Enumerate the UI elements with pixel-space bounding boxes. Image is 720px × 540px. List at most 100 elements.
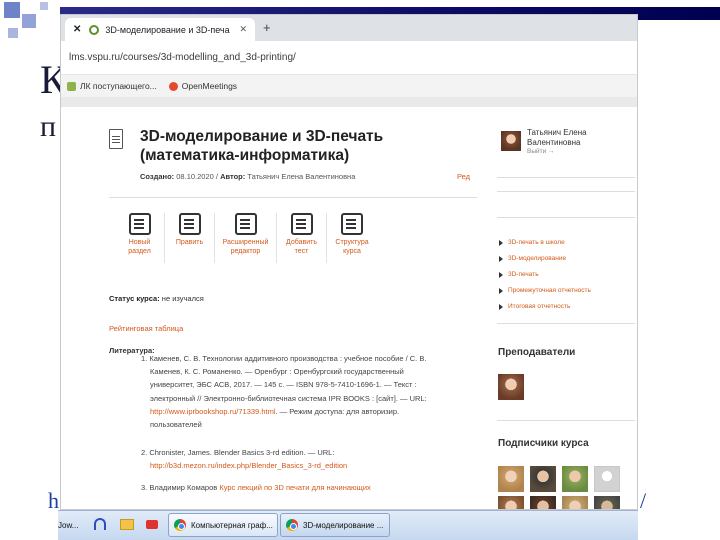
subscribers-heading: Подписчики курса (498, 438, 589, 449)
literature-item: 2. Chronister, James. Blender Basics 3-r… (141, 446, 481, 472)
sidebar-item-interim-reports[interactable]: Промежуточная отчетность (499, 287, 591, 294)
sidebar-item-final-reports[interactable]: Итоговая отчетность (499, 303, 570, 310)
taskbar-task-label: 3D-моделирование ... (303, 520, 384, 530)
avatar[interactable] (501, 131, 521, 151)
avatar[interactable] (530, 496, 556, 509)
close-icon[interactable]: ✕ (239, 24, 247, 35)
edit-link[interactable]: Ред (457, 172, 470, 181)
bookmark-icon (67, 81, 76, 91)
teachers-heading: Преподаватели (498, 347, 576, 358)
sidebar-item-label: Итоговая отчетность (508, 303, 571, 310)
avatar[interactable] (562, 496, 588, 509)
bookmark-item[interactable]: OpenMeetings (168, 81, 238, 91)
divider (497, 191, 635, 192)
tool-label: Расширенный редактор (222, 239, 269, 255)
address-bar[interactable]: lms.vspu.ru/courses/3d-modelling_and_3d-… (61, 41, 637, 75)
tool-label: Править (175, 239, 204, 246)
advanced-editor-icon (234, 213, 257, 235)
author-value: Татьянич Елена Валентиновна (247, 172, 356, 181)
avatar[interactable] (562, 466, 588, 492)
user-name-line: Татьянич Елена (527, 128, 587, 137)
created-label: Создано: (140, 172, 175, 181)
sidebar-item-label: Промежуточная отчетность (508, 287, 591, 294)
bookmarks-bar: ЛК поступающего... OpenMeetings (61, 75, 637, 97)
tab-bar: ✕ 3D-моделирование и 3D-печа ✕ + (61, 15, 637, 41)
literature-line: 1. Каменев, С. В. Технологии аддитивного… (141, 354, 427, 363)
slide-decor-square (8, 28, 18, 38)
avatar[interactable] (498, 496, 524, 509)
document-icon (109, 129, 123, 149)
literature-line: http://www.iprbookshop.ru/71339.html. — … (141, 405, 481, 418)
bookmark-label: ЛК поступающего... (80, 81, 157, 91)
avatar[interactable] (498, 374, 524, 400)
taskbar-task-label: Компьютерная граф... (191, 520, 273, 530)
slide-decor-square (4, 2, 20, 18)
page-title: 3D-моделирование и 3D-печать (математика… (140, 128, 384, 164)
advanced-editor-button[interactable]: Расширенный редактор (215, 213, 277, 263)
tab-close-icon[interactable]: ✕ (73, 24, 81, 35)
add-test-icon (290, 213, 313, 235)
taskbar-task-3d[interactable]: 3D-моделирование ... (280, 513, 390, 537)
taskbar: Jow... Компьютерная граф... 3D-моделиров… (58, 510, 638, 540)
add-test-button[interactable]: Добавить тест (277, 213, 327, 263)
status-value: не изучался (161, 294, 204, 303)
chrome-icon (174, 519, 186, 531)
sidebar-item-printing[interactable]: 3D-печать (499, 271, 539, 278)
folder-icon[interactable] (120, 519, 134, 530)
logout-link[interactable]: Выйти → (527, 148, 555, 155)
literature-line: 2. Chronister, James. Blender Basics 3-r… (141, 448, 335, 457)
literature-link[interactable]: http://www.iprbookshop.ru/71339.html (150, 407, 276, 416)
course-meta: Создано: 08.10.2020 / Автор: Татьянич Ел… (140, 172, 355, 181)
slide-heading-fragment: п (40, 110, 57, 143)
literature-item: 3. Владимир Комаров Курс лекций по 3D пе… (141, 481, 481, 494)
avatar[interactable] (498, 466, 524, 492)
literature-line: электронный // Электронно-библиотечная с… (150, 393, 427, 403)
camera-icon[interactable] (146, 520, 158, 529)
tool-label: Добавить тест (286, 239, 317, 255)
literature-link[interactable]: http://b3d.mezon.ru/index.php/Blender_Ba… (150, 461, 347, 470)
literature-line: университет, ЭБС АСВ, 2017. — 145 с. — I… (150, 380, 417, 390)
sidebar-item-label: 3D-печать (508, 271, 539, 278)
user-name-line: Валентиновна (527, 138, 581, 147)
avatar[interactable] (594, 496, 620, 509)
avatar[interactable] (530, 466, 556, 492)
chevron-right-icon (499, 255, 503, 262)
literature-link[interactable]: Курс лекций по 3D печати для начинающих (219, 483, 370, 492)
course-structure-button[interactable]: Структура курса (327, 213, 377, 263)
divider (497, 323, 635, 324)
bookmark-item[interactable]: ЛК поступающего... (67, 81, 157, 91)
author-label: Автор: (220, 172, 246, 181)
taskbar-task-graphics[interactable]: Компьютерная граф... (168, 513, 278, 537)
slide-url-fragment: / (640, 488, 647, 513)
literature-line: Каменев, К. С. Романенко. — Оренбург : О… (150, 367, 404, 377)
literature-text: . — Режим доступа: для авторизир. (275, 406, 400, 416)
taskbar-fragment: Jow... (58, 515, 78, 535)
bookmark-label: OpenMeetings (181, 81, 238, 91)
user-name: Татьянич Елена Валентиновна (527, 128, 587, 148)
divider (497, 177, 635, 178)
rating-table-link[interactable]: Рейтинговая таблица (109, 324, 183, 333)
avatar[interactable] (594, 466, 620, 492)
edit-icon (178, 213, 201, 235)
headphones-icon[interactable] (94, 518, 106, 530)
edit-button[interactable]: Править (165, 213, 215, 263)
chrome-icon (286, 519, 298, 531)
tool-label: Новый раздел (128, 239, 151, 255)
sidebar-item-modeling[interactable]: 3D-моделирование (499, 255, 566, 262)
course-structure-icon (341, 213, 363, 235)
divider (497, 420, 635, 421)
literature-text: 3. Владимир Комаров (141, 483, 220, 492)
divider (109, 197, 477, 198)
taskbar-fragment-label: Jow... (58, 520, 79, 530)
new-section-button[interactable]: Новый раздел (115, 213, 165, 263)
browser-tab[interactable]: ✕ 3D-моделирование и 3D-печа ✕ (65, 18, 255, 41)
address-url: lms.vspu.ru/courses/3d-modelling_and_3d-… (69, 52, 296, 63)
openmeetings-icon (168, 81, 178, 91)
tool-label: Структура курса (335, 239, 369, 255)
screenshot-stage: К п h / ✕ 3D-моделирование и 3D-печа ✕ +… (0, 0, 720, 540)
sidebar-item-school-printing[interactable]: 3D-печать в школе (499, 239, 565, 246)
new-tab-icon[interactable]: + (263, 20, 271, 35)
slide-decor-square (22, 14, 36, 28)
site-favicon-icon (89, 24, 100, 35)
literature-line: пользователей (150, 420, 202, 430)
